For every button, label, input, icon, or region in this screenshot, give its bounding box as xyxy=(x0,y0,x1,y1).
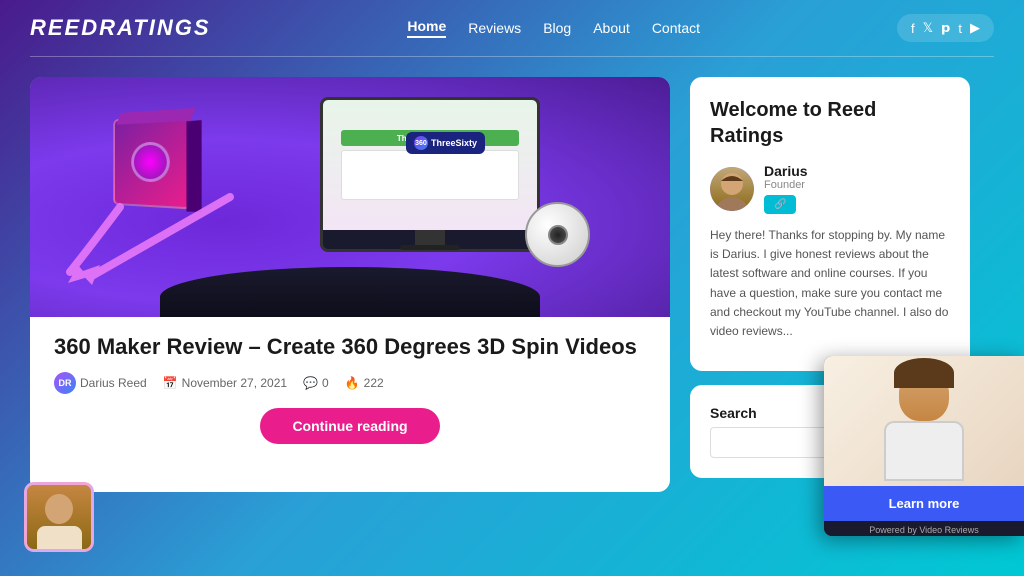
author-avatar xyxy=(710,167,754,211)
monitor: ThreeSixty Maker xyxy=(320,97,540,252)
person-silhouette xyxy=(37,494,82,549)
article-date: November 27, 2021 xyxy=(182,376,287,390)
site-header: ReedRatings Home Reviews Blog About Cont… xyxy=(0,0,1024,56)
social-bar: f 𝕏 𝗽 t ▶ xyxy=(897,14,994,42)
meta-date: 📅 November 27, 2021 xyxy=(163,376,287,390)
comment-count: 0 xyxy=(322,376,329,390)
monitor-base xyxy=(400,245,460,250)
author-info: Darius Founder 🔗 xyxy=(764,163,808,214)
author-link-button[interactable]: 🔗 xyxy=(764,195,796,214)
person-hair xyxy=(894,358,954,388)
arrow-decoration xyxy=(60,187,260,287)
camera-lens xyxy=(548,225,568,245)
author-mini-avatar: DR xyxy=(54,372,76,394)
article-card: ThreeSixty Maker 360 ThreeSixty xyxy=(30,77,670,492)
sil-body xyxy=(37,526,82,552)
meta-views: 🔥 222 xyxy=(345,376,384,390)
tumblr-icon[interactable]: t xyxy=(958,21,962,36)
nav-reviews[interactable]: Reviews xyxy=(468,20,521,36)
video-content xyxy=(824,356,1024,486)
fire-icon: 🔥 xyxy=(345,376,360,390)
camera-sphere xyxy=(525,202,590,267)
bottom-left-avatar xyxy=(24,482,94,552)
article-image: ThreeSixty Maker 360 ThreeSixty xyxy=(30,77,670,317)
box-circle xyxy=(131,141,170,182)
article-body: 360 Maker Review – Create 360 Degrees 3D… xyxy=(30,317,670,460)
welcome-card: Welcome to Reed Ratings Darius Founder xyxy=(690,77,970,371)
view-count: 222 xyxy=(364,376,384,390)
avatar-inner xyxy=(710,167,754,211)
pinterest-icon[interactable]: 𝗽 xyxy=(941,20,950,36)
badge-circle: 360 xyxy=(414,136,428,150)
nav-about[interactable]: About xyxy=(593,20,630,36)
author-role: Founder xyxy=(764,179,808,191)
monitor-screen: ThreeSixty Maker xyxy=(323,100,537,230)
sil-head xyxy=(45,494,73,524)
continue-reading-button[interactable]: Continue reading xyxy=(260,408,439,444)
nav-blog[interactable]: Blog xyxy=(543,20,571,36)
facebook-icon[interactable]: f xyxy=(911,21,915,36)
nav-contact[interactable]: Contact xyxy=(652,20,700,36)
link-icon: 🔗 xyxy=(774,199,786,210)
author-name: Darius Reed xyxy=(80,376,147,390)
author-row: Darius Founder 🔗 xyxy=(710,163,950,214)
badge-text: ThreeSixty xyxy=(431,138,477,148)
avatar-svg xyxy=(710,167,754,211)
main-nav: Home Reviews Blog About Contact xyxy=(407,18,700,38)
meta-author: DR Darius Reed xyxy=(54,372,147,394)
site-logo[interactable]: ReedRatings xyxy=(30,15,211,41)
video-overlay-widget: Learn more Powered by Video Reviews xyxy=(824,356,1024,536)
sidebar-author-text: Hey there! Thanks for stopping by. My na… xyxy=(710,226,950,341)
article-title: 360 Maker Review – Create 360 Degrees 3D… xyxy=(54,333,646,362)
calendar-icon: 📅 xyxy=(163,376,178,390)
monitor-stand xyxy=(415,230,445,245)
video-person xyxy=(884,366,964,486)
meta-comments: 💬 0 xyxy=(303,376,329,390)
avatar-bg xyxy=(27,485,91,549)
author-display-name: Darius xyxy=(764,163,808,179)
header-divider xyxy=(30,56,994,57)
monitor-content xyxy=(341,150,519,200)
person-body xyxy=(884,421,964,481)
twitter-icon[interactable]: 𝕏 xyxy=(923,20,933,36)
welcome-title: Welcome to Reed Ratings xyxy=(710,97,950,149)
learn-more-button[interactable]: Learn more xyxy=(824,486,1024,521)
youtube-icon[interactable]: ▶ xyxy=(970,20,980,36)
logo-badge: 360 ThreeSixty xyxy=(406,132,485,154)
person-head xyxy=(899,366,949,421)
article-meta: DR Darius Reed 📅 November 27, 2021 💬 0 🔥… xyxy=(54,372,646,394)
powered-by-text: Powered by Video Reviews xyxy=(824,521,1024,536)
comment-icon: 💬 xyxy=(303,376,318,390)
nav-home[interactable]: Home xyxy=(407,18,446,38)
